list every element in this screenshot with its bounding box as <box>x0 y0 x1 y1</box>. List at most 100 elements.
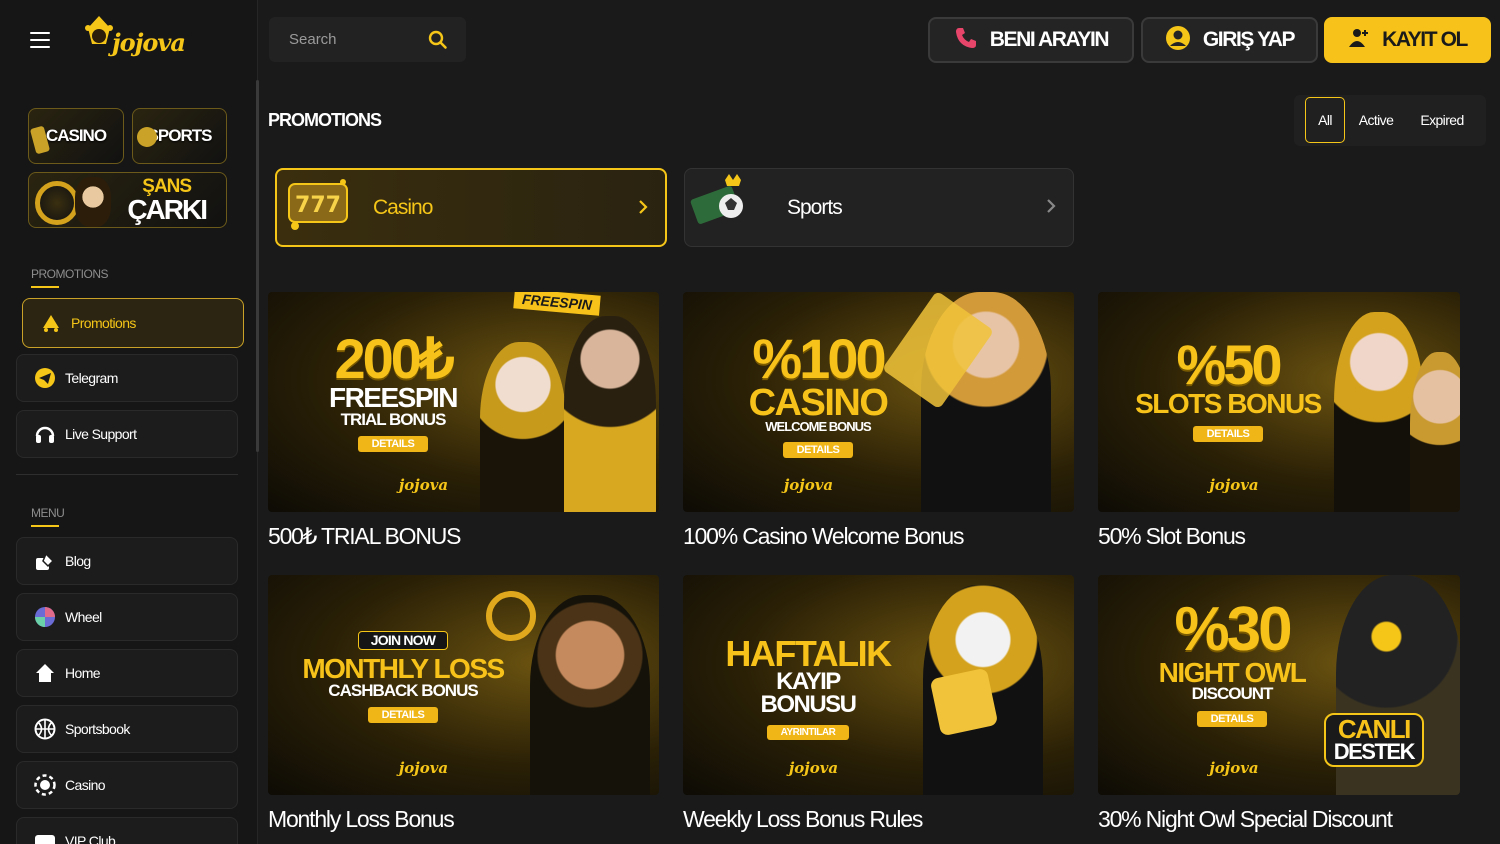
sidebar-item-label: VIP Club <box>65 833 116 844</box>
jester-hat-icon <box>85 16 113 44</box>
brand-logo[interactable]: jojova <box>84 14 200 66</box>
category-sports[interactable]: Sports <box>684 168 1074 247</box>
register-label: KAYIT OL <box>1382 28 1468 51</box>
promo-banner: JOIN NOW MONTHLY LOSS CASHBACK BONUS DET… <box>268 575 659 795</box>
chevron-right-icon <box>637 198 649 221</box>
sidebar-item-label: Blog <box>65 553 91 569</box>
promo-banner: %100 CASINO WELCOME BONUS DETAILS jojova <box>683 292 1074 512</box>
category-label: Sports <box>787 195 843 219</box>
call-me-button[interactable]: BENI ARAYIN <box>928 17 1134 63</box>
wheel-tile-text: ŞANS ÇARKI <box>127 177 208 224</box>
promo-title: Weekly Loss Bonus Rules <box>683 806 923 832</box>
promo-title: Monthly Loss Bonus <box>268 806 455 832</box>
promo-banner: %50 SLOTS BONUS DETAILS jojova <box>1098 292 1460 512</box>
banner-amount: %30 <box>1174 595 1292 664</box>
banner-headline: 200₺ FREESPIN TRIAL BONUS DETAILS <box>308 327 478 453</box>
page-title: PROMOTIONS <box>268 110 382 130</box>
sidebar-item-blog[interactable]: Blog <box>16 537 238 585</box>
telegram-icon <box>33 366 57 390</box>
search-icon[interactable] <box>428 30 448 55</box>
register-button[interactable]: KAYIT OL <box>1324 17 1491 63</box>
banner-amount: %50 <box>1176 333 1282 396</box>
tab-all[interactable]: All <box>1305 97 1345 143</box>
sidebar-item-label: Wheel <box>65 609 102 625</box>
add-user-icon <box>1348 27 1370 54</box>
headset-icon <box>33 422 57 446</box>
banner-line2: CASHBACK BONUS <box>328 680 478 700</box>
search-input[interactable] <box>289 31 429 48</box>
badge-line1: CANLI <box>1337 714 1411 744</box>
sidebar-item-label: Home <box>65 665 101 681</box>
sidebar-scrollbar[interactable] <box>256 80 259 452</box>
sidebar-tile-wheel[interactable]: ŞANS ÇARKI <box>28 172 227 228</box>
heading-underline <box>31 286 59 288</box>
sidebar-item-live-support[interactable]: Live Support <box>16 410 238 458</box>
banner-logo: jojova <box>783 476 834 494</box>
sidebar-item-telegram[interactable]: Telegram <box>16 354 238 402</box>
search-box[interactable] <box>269 17 466 62</box>
heading-underline <box>31 525 59 527</box>
promo-card[interactable]: %100 CASINO WELCOME BONUS DETAILS jojova… <box>683 292 1074 550</box>
vip-icon <box>33 829 57 844</box>
home-icon <box>33 661 57 685</box>
basketball-icon <box>33 717 57 741</box>
promotions-heading: PROMOTIONS <box>31 267 109 281</box>
banner-logo: jojova <box>788 759 839 777</box>
banner-line1: HAFTALIK <box>725 633 892 674</box>
gift-box-image <box>929 667 999 737</box>
login-label: GIRIŞ YAP <box>1202 28 1296 51</box>
banner-line2: TRIAL BONUS <box>340 409 447 429</box>
banner-headline: %100 CASINO WELCOME BONUS DETAILS <box>723 327 913 459</box>
sidebar-item-label: Telegram <box>65 370 118 386</box>
banner-headline: %30 NIGHT OWL DISCOUNT DETAILS <box>1122 595 1342 728</box>
promo-title: 30% Night Owl Special Discount <box>1098 806 1393 832</box>
jester-image <box>75 177 111 227</box>
promo-card[interactable]: %30 NIGHT OWL DISCOUNT DETAILS CANLI DES… <box>1098 575 1460 833</box>
svg-text:777: 777 <box>295 193 341 218</box>
call-me-label: BENI ARAYIN <box>989 28 1110 51</box>
banner-line2: DISCOUNT <box>1191 684 1274 704</box>
promo-banner: FREESPIN 200₺ FREESPIN TRIAL BONUS DETAI… <box>268 292 659 512</box>
promo-card[interactable]: FREESPIN 200₺ FREESPIN TRIAL BONUS DETAI… <box>268 292 659 550</box>
fortune-wheel-icon <box>35 181 79 225</box>
promo-title: 100% Casino Welcome Bonus <box>683 523 964 549</box>
sidebar-tile-casino[interactable]: CASINO <box>28 108 124 164</box>
banner-line3: BONUSU <box>760 690 857 718</box>
freespin-ribbon: FREESPIN <box>513 292 601 316</box>
promo-card[interactable]: JOIN NOW MONTHLY LOSS CASHBACK BONUS DET… <box>268 575 659 833</box>
sidebar: jojova CASINO SPORTS ŞANS ÇARKI PROMOTIO… <box>0 0 258 844</box>
category-label: Casino <box>373 195 433 219</box>
sidebar-item-sportsbook[interactable]: Sportsbook <box>16 705 238 753</box>
sidebar-item-vip-club[interactable]: VIP Club <box>16 817 238 844</box>
banner-line1: FREESPIN <box>328 382 459 414</box>
sidebar-tile-sports[interactable]: SPORTS <box>132 108 227 164</box>
banner-line1: NIGHT OWL <box>1158 656 1307 688</box>
login-button[interactable]: GIRIŞ YAP <box>1141 17 1318 63</box>
sidebar-item-label: Casino <box>65 777 106 793</box>
promo-title: 500₺ TRIAL BONUS <box>268 523 461 549</box>
banner-amount: 200₺ <box>334 327 454 390</box>
chevron-right-icon <box>1045 197 1057 220</box>
sidebar-item-label: Sportsbook <box>65 721 130 737</box>
promo-card[interactable]: %50 SLOTS BONUS DETAILS jojova 50% Slot … <box>1098 292 1460 550</box>
sidebar-divider <box>16 474 238 475</box>
promo-card[interactable]: HAFTALIK KAYIP BONUSU AYRINTILAR jojova … <box>683 575 1074 833</box>
sidebar-item-wheel[interactable]: Wheel <box>16 593 238 641</box>
sidebar-item-label: Promotions <box>71 315 136 331</box>
banner-line1: CASINO <box>748 382 889 425</box>
banner-logo: jojova <box>1209 759 1259 777</box>
tile-label: CASINO <box>45 126 107 145</box>
category-casino[interactable]: 777 Casino <box>275 168 667 247</box>
sidebar-item-casino[interactable]: Casino <box>16 761 238 809</box>
sidebar-item-promotions[interactable]: Promotions <box>22 298 244 348</box>
sidebar-item-label: Live Support <box>65 426 137 442</box>
banner-details-button: AYRINTILAR <box>766 724 850 741</box>
sidebar-item-home[interactable]: Home <box>16 649 238 697</box>
user-circle-icon <box>1165 25 1191 56</box>
tab-expired[interactable]: Expired <box>1412 97 1472 143</box>
promo-title: 50% Slot Bonus <box>1098 523 1246 549</box>
tab-active[interactable]: Active <box>1351 97 1401 143</box>
hamburger-menu-icon[interactable] <box>30 32 50 48</box>
banner-logo: jojova <box>398 476 449 494</box>
banner-amount: %100 <box>752 327 886 390</box>
